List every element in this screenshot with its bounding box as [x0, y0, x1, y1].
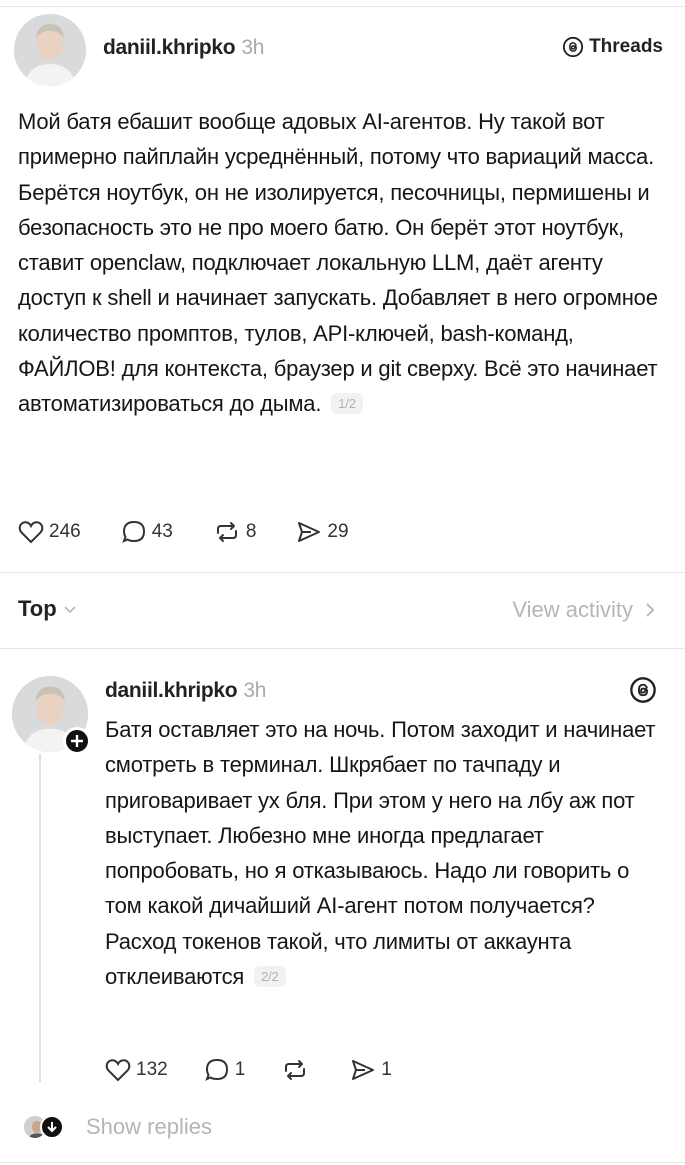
share-count: 1: [381, 1059, 392, 1080]
share-button[interactable]: 1: [350, 1058, 392, 1082]
post-divider: [0, 572, 685, 573]
timestamp: 3h: [243, 679, 267, 702]
expand-replies-icon: [40, 1115, 64, 1139]
thread-line: [39, 754, 41, 1082]
comment-button[interactable]: 1: [204, 1057, 246, 1083]
repost-button[interactable]: [281, 1058, 314, 1082]
post1-username-line[interactable]: daniil.khripko 3h: [103, 36, 264, 60]
follow-plus-button[interactable]: [63, 727, 91, 755]
threads-label: Threads: [589, 36, 663, 57]
view-activity-label: View activity: [512, 597, 633, 622]
like-count: 132: [136, 1059, 168, 1080]
threads-logo-icon: [630, 677, 656, 703]
post2-actions: 132 1 1: [105, 1057, 392, 1083]
like-count: 246: [49, 521, 81, 542]
post2-username-line[interactable]: daniil.khripko 3h: [105, 679, 266, 703]
bottom-divider: [0, 1162, 685, 1163]
username[interactable]: daniil.khripko: [105, 679, 238, 702]
threads-badge[interactable]: Threads: [562, 36, 663, 58]
username[interactable]: daniil.khripko: [103, 36, 236, 59]
post1-body: Мой батя ебашит вообще адовых AI-агентов…: [18, 109, 658, 417]
send-icon: [298, 522, 321, 542]
chevron-right-icon: [646, 603, 655, 617]
sort-divider: [0, 648, 685, 649]
arrow-down-icon: [47, 1122, 57, 1133]
send-icon: [352, 1060, 375, 1080]
post2-pager: 2/2: [254, 966, 286, 988]
timestamp: 3h: [241, 36, 265, 59]
post2-text: Батя оставляет это на ночь. Потом заходи…: [105, 712, 665, 994]
sort-dropdown[interactable]: Top: [18, 596, 77, 622]
sort-label: Top: [18, 596, 57, 621]
post2-body: Батя оставляет это на ночь. Потом заходи…: [105, 717, 656, 990]
repost-button[interactable]: 8: [213, 520, 257, 544]
like-button[interactable]: 246: [18, 520, 81, 544]
repost-count: 8: [245, 521, 257, 542]
post1-actions: 246 43 8 29: [18, 519, 349, 545]
comment-bubble-icon: [204, 1058, 228, 1081]
repost-icon: [216, 522, 237, 542]
comment-count: 43: [151, 521, 173, 542]
show-replies-label: Show replies: [86, 1114, 212, 1139]
like-button[interactable]: 132: [105, 1058, 168, 1082]
comment-button[interactable]: 43: [121, 519, 173, 545]
post1-text: Мой батя ебашит вообще адовых AI-агентов…: [18, 104, 668, 422]
comment-bubble-icon: [121, 520, 145, 543]
top-divider: [0, 6, 685, 7]
heart-icon: [18, 521, 44, 544]
share-count: 29: [327, 521, 349, 542]
heart-icon: [105, 1059, 131, 1082]
chevron-down-icon: [64, 606, 76, 614]
show-replies-button[interactable]: Show replies: [22, 1114, 212, 1140]
threads-logo-button[interactable]: [629, 676, 657, 709]
comment-count: 1: [234, 1059, 246, 1080]
plus-icon: [71, 735, 83, 747]
avatar-image: [14, 14, 86, 86]
view-activity-link[interactable]: View activity: [512, 597, 655, 623]
repost-icon: [285, 1060, 306, 1080]
avatar[interactable]: [14, 14, 86, 86]
post1-pager: 1/2: [331, 393, 363, 415]
share-button[interactable]: 29: [296, 520, 349, 544]
threads-logo-icon: [562, 36, 584, 58]
